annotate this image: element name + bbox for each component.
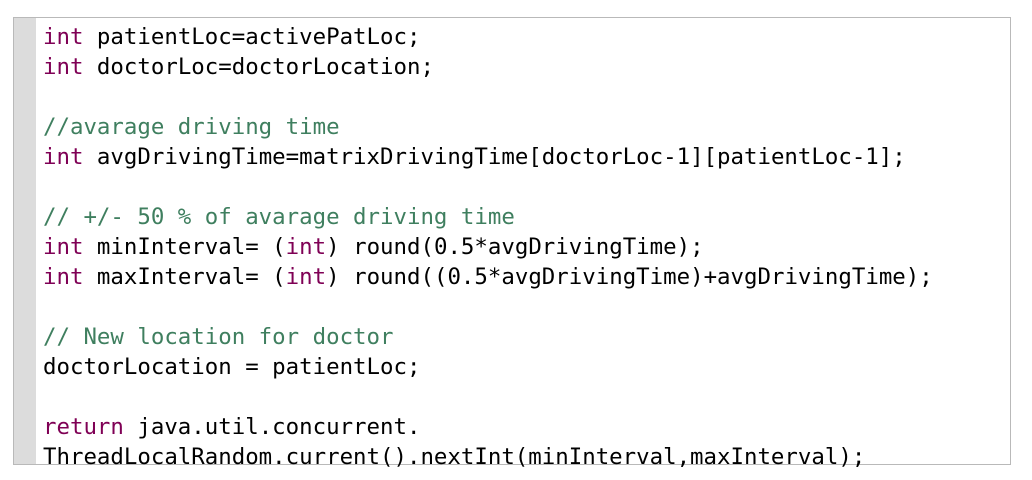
code-comment: //avarage driving time (43, 114, 340, 140)
code-text: java.util.concurrent. (123, 414, 421, 440)
code-keyword: int (285, 264, 327, 290)
code-line: int patientLoc=activePatLoc; (43, 22, 1004, 52)
code-editor-frame: int patientLoc=activePatLoc; int doctorLo… (13, 17, 1011, 470)
code-line: int minInterval= (int) round(0.5*avgDriv… (43, 232, 1004, 262)
code-keyword: return (43, 414, 124, 440)
code-text: ThreadLocalRandom.current().nextInt(minI… (43, 444, 866, 470)
code-line: // +/- 50 % of avarage driving time (43, 202, 1004, 232)
editor-gutter (14, 18, 36, 464)
code-line: int maxInterval= (int) round((0.5*avgDri… (43, 262, 1004, 292)
code-text: maxInterval= ( (83, 264, 286, 290)
code-block[interactable]: int patientLoc=activePatLoc; int doctorLo… (43, 22, 1004, 472)
code-text: doctorLocation = patientLoc; (43, 354, 421, 380)
code-line: //avarage driving time (43, 112, 1004, 142)
code-comment: // +/- 50 % of avarage driving time (43, 204, 515, 230)
code-keyword: int (43, 24, 84, 50)
code-comment: // New location for doctor (43, 324, 394, 350)
code-line: ThreadLocalRandom.current().nextInt(minI… (43, 442, 1004, 472)
code-line: int avgDrivingTime=matrixDrivingTime[doc… (43, 142, 1004, 172)
code-keyword: int (43, 234, 84, 260)
code-line: // New location for doctor (43, 322, 1004, 352)
code-text: ) round((0.5*avgDrivingTime)+avgDrivingT… (326, 264, 933, 290)
code-keyword: int (43, 144, 84, 170)
code-keyword: int (43, 264, 84, 290)
code-line: doctorLocation = patientLoc; (43, 352, 1004, 382)
code-text: ) round(0.5*avgDrivingTime); (326, 234, 704, 260)
code-line: return java.util.concurrent. (43, 412, 1004, 442)
code-text: doctorLoc=doctorLocation; (83, 54, 434, 80)
code-line: int doctorLoc=doctorLocation; (43, 52, 1004, 82)
code-text: avgDrivingTime=matrixDrivingTime[doctorL… (83, 144, 906, 170)
code-keyword: int (43, 54, 84, 80)
code-text: patientLoc=activePatLoc; (83, 24, 421, 50)
code-text: minInterval= ( (83, 234, 286, 260)
code-keyword: int (285, 234, 327, 260)
